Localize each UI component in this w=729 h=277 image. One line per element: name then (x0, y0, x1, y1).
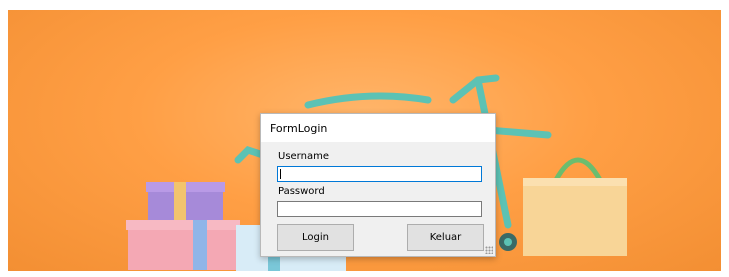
username-label: Username (278, 151, 329, 162)
password-input[interactable] (277, 201, 482, 217)
resize-grip-icon[interactable] (485, 246, 493, 254)
exit-button[interactable]: Keluar (407, 224, 484, 251)
text-caret (280, 169, 281, 179)
password-label: Password (278, 186, 325, 197)
title-bar: FormLogin (261, 114, 495, 142)
username-input[interactable] (277, 166, 482, 182)
window-title: FormLogin (270, 121, 328, 135)
shopping-bag-icon (523, 157, 627, 256)
login-button[interactable]: Login (277, 224, 354, 251)
login-window: FormLogin Username Password Login Keluar (260, 113, 496, 257)
background-photo: FormLogin Username Password Login Keluar (8, 10, 721, 271)
